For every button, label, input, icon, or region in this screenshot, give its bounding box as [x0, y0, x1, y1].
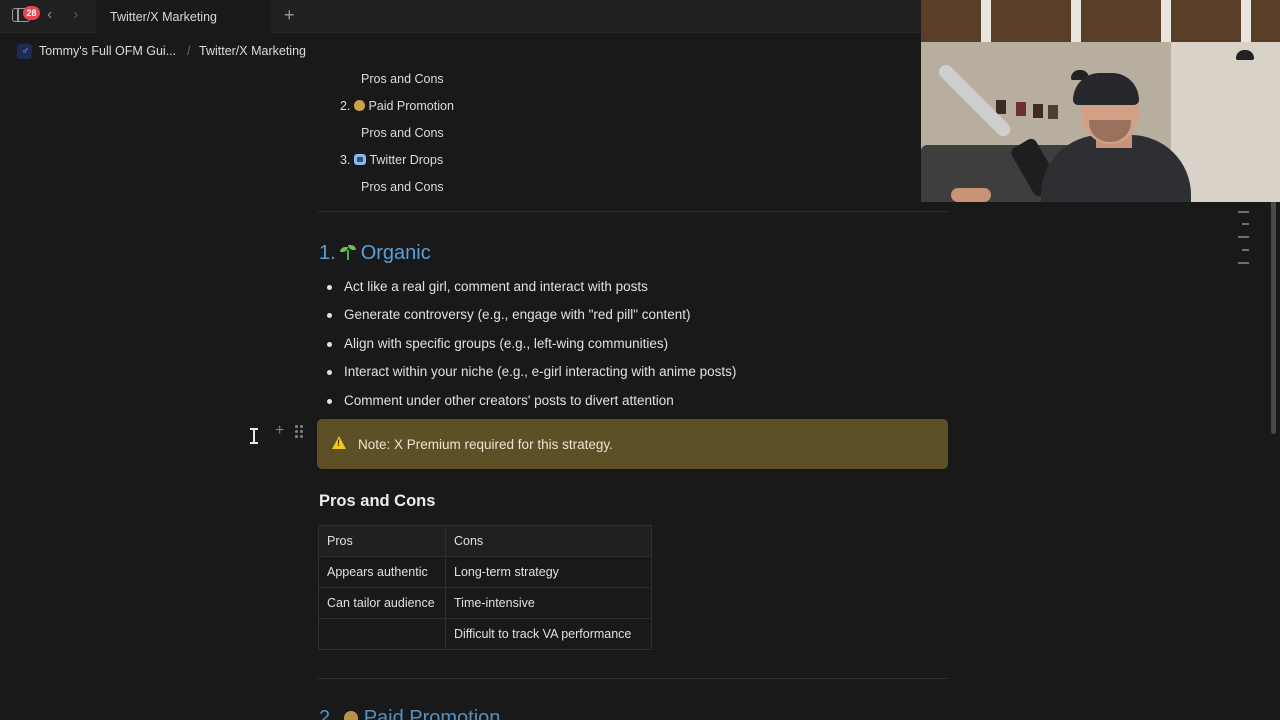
list-item-text: Act like a real girl, comment and intera… [344, 279, 648, 294]
drag-handle-icon[interactable] [295, 425, 304, 438]
bullet-dot [327, 370, 332, 375]
bullet-dot [327, 285, 332, 290]
heading-number: 2. [319, 707, 336, 720]
callout-note[interactable]: Note: X Premium required for this strate… [317, 419, 948, 469]
section-heading-paid-promotion: 2. Paid Promotion [319, 707, 500, 720]
table-row: Appears authentic Long-term strategy [318, 556, 652, 588]
table-header-cell[interactable]: Cons [445, 525, 652, 557]
list-item-text: Align with specific groups (e.g., left-w… [344, 336, 669, 351]
forward-arrow-icon[interactable]: › [73, 7, 78, 23]
callout-text: Note: X Premium required for this strate… [358, 437, 613, 452]
breadcrumb-item-current[interactable]: Twitter/X Marketing [199, 44, 306, 58]
tab-title: Twitter/X Marketing [110, 10, 217, 24]
add-block-icon[interactable]: + [275, 422, 284, 440]
scrollbar-thumb[interactable] [1271, 200, 1276, 434]
notion-page-icon: ♂ [17, 44, 32, 59]
list-item-text: Comment under other creators' posts to d… [344, 393, 674, 408]
toc-label: Twitter Drops [369, 153, 444, 167]
pros-cons-heading: Pros and Cons [319, 492, 436, 510]
pros-cons-table: Pros Cons Appears authentic Long-term st… [318, 525, 652, 650]
table-header-cell[interactable]: Pros [318, 525, 446, 557]
table-cell[interactable]: Can tailor audience [318, 587, 446, 619]
heading-number: 1. [319, 242, 336, 264]
table-cell[interactable] [318, 618, 446, 650]
breadcrumb-item-parent[interactable]: Tommy's Full OFM Gui... [39, 44, 176, 58]
breadcrumb-separator: / [187, 44, 191, 58]
toc-item-paid-promotion[interactable]: 2. Paid Promotion [340, 99, 454, 113]
outline-marker[interactable] [1238, 262, 1249, 264]
back-arrow-icon[interactable]: ‹ [47, 7, 52, 23]
money-bag-icon [354, 100, 366, 111]
new-tab-icon[interactable]: + [284, 5, 295, 26]
webcam-overlay [921, 0, 1280, 202]
bullet-dot [327, 342, 332, 347]
table-row: Difficult to track VA performance [318, 618, 652, 650]
outline-marker[interactable] [1238, 236, 1249, 238]
breadcrumb: ♂ Tommy's Full OFM Gui... / Twitter/X Ma… [0, 36, 920, 66]
table-cell[interactable]: Long-term strategy [445, 556, 652, 588]
toc-item-organic-pros-cons[interactable]: Pros and Cons [361, 72, 444, 86]
heading-title: Organic [360, 242, 431, 264]
divider [318, 211, 948, 212]
notification-badge[interactable]: 28 [23, 6, 40, 20]
heading-title: Paid Promotion [363, 707, 501, 720]
text-cursor-icon [250, 428, 258, 444]
toc-number: 2. [340, 99, 351, 113]
tab-twitter-x-marketing[interactable]: Twitter/X Marketing [96, 0, 271, 33]
table-cell[interactable]: Difficult to track VA performance [445, 618, 652, 650]
toc-item-paid-pros-cons[interactable]: Pros and Cons [361, 126, 444, 140]
seedling-icon [339, 244, 357, 260]
outline-marker[interactable] [1242, 249, 1249, 251]
list-item-text: Generate controversy (e.g., engage with … [344, 307, 691, 322]
warning-icon [332, 436, 346, 449]
section-heading-organic: 1. Organic [319, 242, 431, 265]
bullet-dot [327, 313, 332, 318]
twitter-drops-icon [354, 154, 367, 165]
money-bag-icon [343, 711, 358, 720]
table-cell[interactable]: Appears authentic [318, 556, 446, 588]
divider [318, 678, 948, 679]
bullet-dot [327, 399, 332, 404]
toc-item-twitter-drops[interactable]: 3. Twitter Drops [340, 153, 443, 167]
table-cell[interactable]: Time-intensive [445, 587, 652, 619]
toc-label: Paid Promotion [368, 99, 454, 113]
table-row: Can tailor audience Time-intensive [318, 587, 652, 619]
table-header-row: Pros Cons [318, 525, 652, 557]
outline-marker[interactable] [1242, 223, 1249, 225]
list-item-text: Interact within your niche (e.g., e-girl… [344, 364, 737, 379]
outline-marker[interactable] [1238, 211, 1249, 213]
toc-item-drops-pros-cons[interactable]: Pros and Cons [361, 180, 444, 194]
toc-number: 3. [340, 153, 351, 167]
